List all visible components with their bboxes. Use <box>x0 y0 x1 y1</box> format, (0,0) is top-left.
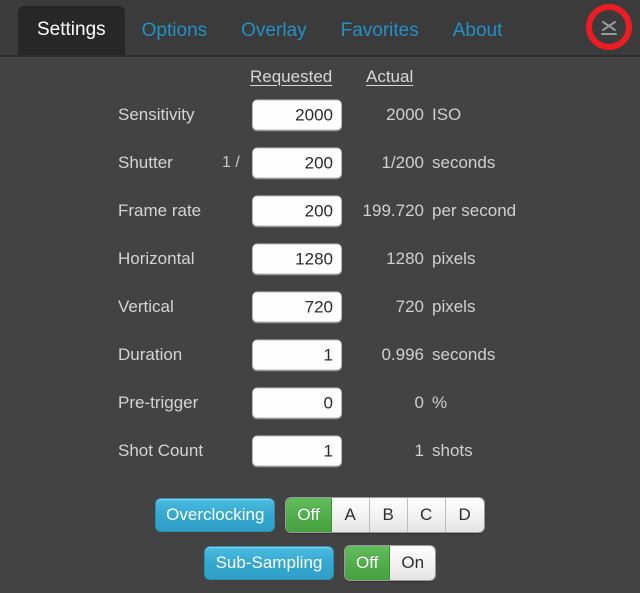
actual-sensitivity: 2000 <box>386 105 424 124</box>
actual-duration: 0.996 <box>381 345 424 364</box>
tab-settings[interactable]: Settings <box>18 6 125 55</box>
settings-rows: Sensitivity 2000 ISO Shutter 1 / 1/200 s… <box>0 91 640 475</box>
subsampling-option-on[interactable]: On <box>390 546 436 580</box>
tab-bar: Settings Options Overlay Favorites About <box>0 0 640 57</box>
input-vertical[interactable] <box>252 291 342 323</box>
tab-favorites-label: Favorites <box>340 20 419 41</box>
actual-horizontal: 1280 <box>386 249 424 268</box>
unit-frame-rate: per second <box>432 201 517 220</box>
close-x-icon <box>601 21 617 35</box>
overclocking-segmented-control: Off A B C D <box>285 497 485 533</box>
input-frame-rate[interactable] <box>252 195 342 227</box>
close-button[interactable] <box>597 15 621 39</box>
unit-duration: seconds <box>432 345 496 364</box>
column-header-actual: Actual <box>366 67 414 86</box>
row-horizontal: Horizontal 1280 pixels <box>0 235 640 283</box>
subsampling-button[interactable]: Sub-Sampling <box>203 546 334 580</box>
row-shutter: Shutter 1 / 1/200 seconds <box>0 139 640 187</box>
unit-shot-count: shots <box>432 441 473 460</box>
column-headers: Requested Actual <box>0 57 640 87</box>
overclocking-option-off[interactable]: Off <box>286 498 332 532</box>
subsampling-option-off[interactable]: Off <box>344 546 391 580</box>
row-label-horizontal: Horizontal <box>118 249 195 268</box>
close-button-area <box>585 3 633 51</box>
row-label-frame-rate: Frame rate <box>118 201 202 220</box>
row-label-shot-count: Shot Count <box>118 441 204 460</box>
input-duration[interactable] <box>252 339 342 371</box>
input-pre-trigger[interactable] <box>252 387 342 419</box>
unit-vertical: pixels <box>432 297 476 316</box>
actual-frame-rate: 199.720 <box>362 201 424 220</box>
row-label-vertical: Vertical <box>118 297 174 316</box>
actual-shot-count: 1 <box>414 441 424 460</box>
unit-shutter: seconds <box>432 153 496 172</box>
tab-settings-label: Settings <box>37 19 106 40</box>
overclocking-option-c[interactable]: C <box>407 498 446 532</box>
tab-overlay-label: Overlay <box>241 20 307 41</box>
overclocking-option-d[interactable]: D <box>445 498 484 532</box>
overclocking-option-b[interactable]: B <box>369 498 408 532</box>
tab-favorites[interactable]: Favorites <box>324 8 436 55</box>
row-pre-trigger: Pre-trigger 0 % <box>0 379 640 427</box>
row-sensitivity: Sensitivity 2000 ISO <box>0 91 640 139</box>
input-shot-count[interactable] <box>252 435 342 467</box>
tab-list: Settings Options Overlay Favorites About <box>18 0 519 55</box>
unit-pre-trigger: % <box>432 393 448 412</box>
unit-horizontal: pixels <box>432 249 476 268</box>
column-header-requested: Requested <box>250 67 333 86</box>
row-frame-rate: Frame rate 199.720 per second <box>0 187 640 235</box>
tab-overlay[interactable]: Overlay <box>224 8 323 55</box>
input-shutter[interactable] <box>252 147 342 179</box>
overclocking-button[interactable]: Overclocking <box>155 498 276 532</box>
tab-options-label: Options <box>141 20 208 41</box>
tab-about-label: About <box>452 20 503 41</box>
row-shot-count: Shot Count 1 shots <box>0 427 640 475</box>
subsampling-row: Sub-Sampling Off On <box>0 545 640 581</box>
overclocking-option-a[interactable]: A <box>331 498 370 532</box>
row-label-sensitivity: Sensitivity <box>118 105 195 124</box>
row-label-pre-trigger: Pre-trigger <box>118 393 199 412</box>
tab-about[interactable]: About <box>436 8 520 55</box>
row-prefix-shutter: 1 / <box>222 154 240 171</box>
row-duration: Duration 0.996 seconds <box>0 331 640 379</box>
input-horizontal[interactable] <box>252 243 342 275</box>
settings-window: Settings Options Overlay Favorites About <box>0 0 640 593</box>
settings-content: Requested Actual Sensitivity 2000 ISO Sh… <box>0 57 640 593</box>
actual-shutter: 1/200 <box>381 153 424 172</box>
row-label-duration: Duration <box>118 345 183 364</box>
row-vertical: Vertical 720 pixels <box>0 283 640 331</box>
actual-pre-trigger: 0 <box>414 393 424 412</box>
unit-sensitivity: ISO <box>432 105 462 124</box>
input-sensitivity[interactable] <box>252 99 342 131</box>
tab-options[interactable]: Options <box>125 8 224 55</box>
overclocking-row: Overclocking Off A B C D <box>0 497 640 533</box>
subsampling-segmented-control: Off On <box>343 545 437 581</box>
row-label-shutter: Shutter <box>118 153 173 172</box>
actual-vertical: 720 <box>395 297 424 316</box>
